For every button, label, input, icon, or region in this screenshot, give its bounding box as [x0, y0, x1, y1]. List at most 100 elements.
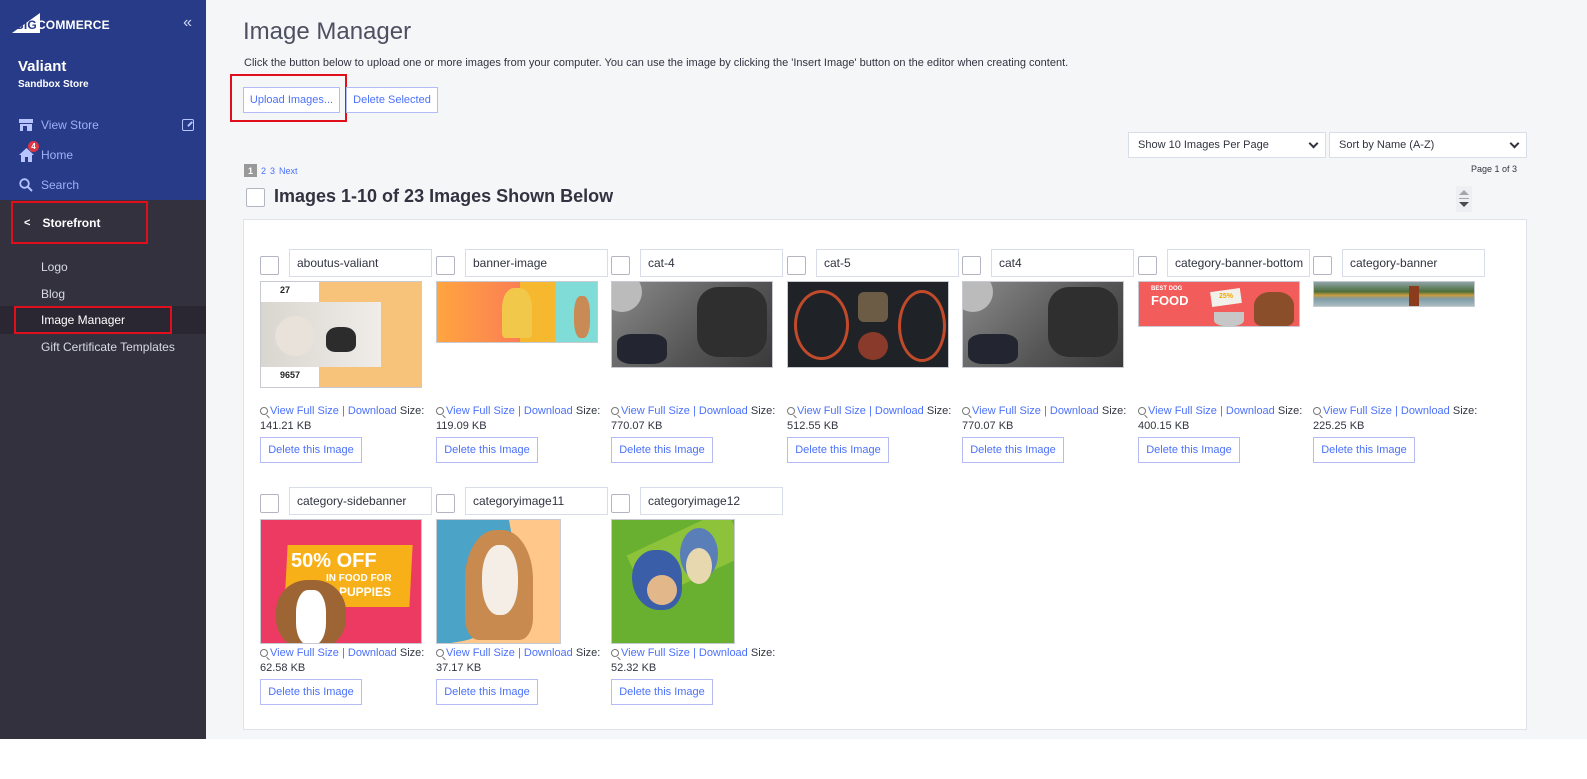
- image-name-field[interactable]: category-sidebanner: [289, 487, 432, 515]
- image-links: View Full Size | Download Size: 770.07 K…: [611, 404, 791, 434]
- sidebar-header: BIGCOMMERCE « Valiant Sandbox Store View…: [0, 0, 206, 200]
- image-select-checkbox[interactable]: [787, 256, 806, 275]
- image-select-checkbox[interactable]: [962, 256, 981, 275]
- zoom-in-icon: [436, 649, 444, 657]
- image-card: cat4 View Full Size | Download Size: 770…: [962, 249, 1137, 463]
- delete-selected-button[interactable]: Delete Selected: [346, 87, 438, 113]
- view-full-size-link[interactable]: View Full Size: [446, 405, 515, 417]
- image-name-field[interactable]: cat-4: [640, 249, 783, 277]
- size-label: Size:: [750, 647, 776, 659]
- search-icon: [18, 177, 34, 193]
- sort-select[interactable]: Sort by Name (A-Z): [1329, 132, 1527, 158]
- link-separator: |: [1043, 405, 1047, 417]
- size-label: Size:: [399, 647, 425, 659]
- image-thumbnail[interactable]: [1313, 281, 1475, 307]
- zoom-in-icon: [787, 407, 795, 415]
- image-thumbnail[interactable]: 27 9657: [260, 281, 422, 388]
- image-thumbnail[interactable]: [611, 519, 735, 644]
- delete-image-button[interactable]: Delete this Image: [260, 679, 362, 705]
- image-thumbnail[interactable]: [436, 519, 561, 644]
- delete-image-button[interactable]: Delete this Image: [962, 437, 1064, 463]
- pagination-next[interactable]: Next: [279, 166, 298, 176]
- size-label: Size:: [1277, 405, 1303, 417]
- delete-image-button[interactable]: Delete this Image: [260, 437, 362, 463]
- view-full-size-link[interactable]: View Full Size: [1323, 405, 1392, 417]
- download-link[interactable]: Download: [699, 405, 748, 417]
- pagination-page-2[interactable]: 2: [261, 166, 266, 176]
- image-select-checkbox[interactable]: [436, 256, 455, 275]
- logo-big: BIG: [15, 18, 37, 32]
- select-all-checkbox[interactable]: [246, 188, 265, 207]
- image-thumbnail[interactable]: [611, 281, 773, 368]
- external-link-icon[interactable]: [182, 119, 194, 131]
- image-card: banner-image View Full Size | Download S…: [436, 249, 611, 463]
- download-link[interactable]: Download: [699, 647, 748, 659]
- download-link[interactable]: Download: [348, 647, 397, 659]
- image-name-field[interactable]: cat-5: [816, 249, 959, 277]
- sidebar-item-image-manager[interactable]: Image Manager: [41, 313, 125, 327]
- delete-image-button[interactable]: Delete this Image: [611, 679, 713, 705]
- view-full-size-link[interactable]: View Full Size: [797, 405, 866, 417]
- zoom-in-icon: [611, 649, 619, 657]
- view-full-size-link[interactable]: View Full Size: [621, 405, 690, 417]
- download-link[interactable]: Download: [524, 405, 573, 417]
- view-full-size-link[interactable]: View Full Size: [270, 647, 339, 659]
- sidebar-item-blog[interactable]: Blog: [41, 287, 65, 301]
- download-link[interactable]: Download: [1401, 405, 1450, 417]
- image-select-checkbox[interactable]: [436, 494, 455, 513]
- download-link[interactable]: Download: [1226, 405, 1275, 417]
- bigcommerce-logo[interactable]: BIGCOMMERCE: [12, 13, 110, 33]
- image-thumbnail[interactable]: 50% OFF IN FOOD FOR PUPPIES: [260, 519, 422, 644]
- thumb-text-3: PUPPIES: [339, 585, 392, 599]
- view-full-size-link[interactable]: View Full Size: [621, 647, 690, 659]
- delete-image-button[interactable]: Delete this Image: [611, 437, 713, 463]
- image-name-field[interactable]: aboutus-valiant: [289, 249, 432, 277]
- image-name-field[interactable]: category-banner-bottom: [1167, 249, 1310, 277]
- nav-home[interactable]: 4 Home: [18, 141, 73, 163]
- image-name-field[interactable]: cat4: [991, 249, 1134, 277]
- delete-image-button[interactable]: Delete this Image: [436, 437, 538, 463]
- view-full-size-link[interactable]: View Full Size: [972, 405, 1041, 417]
- delete-image-button[interactable]: Delete this Image: [787, 437, 889, 463]
- image-thumbnail[interactable]: [787, 281, 949, 368]
- image-select-checkbox[interactable]: [260, 494, 279, 513]
- link-separator: |: [517, 647, 521, 659]
- delete-image-button[interactable]: Delete this Image: [436, 679, 538, 705]
- image-select-checkbox[interactable]: [1138, 256, 1157, 275]
- image-size: 62.58 KB: [260, 662, 306, 674]
- delete-image-button[interactable]: Delete this Image: [1138, 437, 1240, 463]
- image-size: 225.25 KB: [1313, 420, 1365, 432]
- view-full-size-link[interactable]: View Full Size: [270, 405, 339, 417]
- image-select-checkbox[interactable]: [611, 256, 630, 275]
- image-links: View Full Size | Download Size: 52.32 KB: [611, 646, 791, 676]
- pagination-current-page: 1: [244, 164, 257, 177]
- images-per-page-select[interactable]: Show 10 Images Per Page: [1128, 132, 1326, 158]
- collapse-sidebar-icon[interactable]: «: [183, 15, 192, 31]
- download-link[interactable]: Download: [348, 405, 397, 417]
- image-name-field[interactable]: categoryimage12: [640, 487, 783, 515]
- sort-order-toggle[interactable]: [1456, 186, 1472, 212]
- storefront-section-back[interactable]: < Storefront: [11, 201, 148, 244]
- image-name-field[interactable]: category-banner: [1342, 249, 1485, 277]
- page-title: Image Manager: [243, 18, 412, 45]
- view-full-size-link[interactable]: View Full Size: [446, 647, 515, 659]
- nav-search[interactable]: Search: [18, 177, 79, 193]
- sidebar-item-logo[interactable]: Logo: [41, 260, 68, 274]
- thumb-text-1: 50% OFF: [291, 550, 377, 572]
- nav-view-store[interactable]: View Store: [18, 117, 99, 133]
- download-link[interactable]: Download: [524, 647, 573, 659]
- image-thumbnail[interactable]: [436, 281, 598, 343]
- image-select-checkbox[interactable]: [1313, 256, 1332, 275]
- pagination-page-3[interactable]: 3: [270, 166, 275, 176]
- image-select-checkbox[interactable]: [260, 256, 279, 275]
- download-link[interactable]: Download: [875, 405, 924, 417]
- view-full-size-link[interactable]: View Full Size: [1148, 405, 1217, 417]
- sidebar-item-gift-certificate-templates[interactable]: Gift Certificate Templates: [41, 340, 175, 354]
- image-name-field[interactable]: banner-image: [465, 249, 608, 277]
- download-link[interactable]: Download: [1050, 405, 1099, 417]
- delete-image-button[interactable]: Delete this Image: [1313, 437, 1415, 463]
- image-thumbnail[interactable]: [962, 281, 1124, 368]
- image-select-checkbox[interactable]: [611, 494, 630, 513]
- image-name-field[interactable]: categoryimage11: [465, 487, 608, 515]
- image-thumbnail[interactable]: BEST DOG FOOD 25%: [1138, 281, 1300, 327]
